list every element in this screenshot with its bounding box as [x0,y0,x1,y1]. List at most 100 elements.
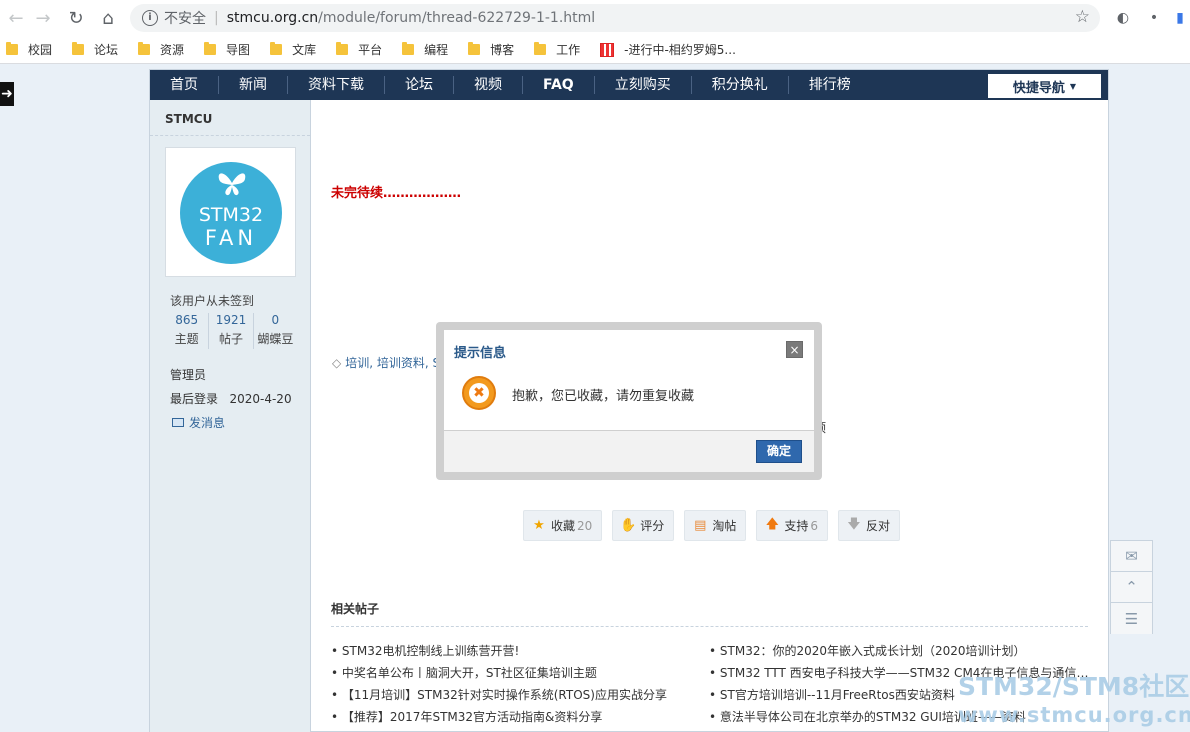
watermark: STM32/STM8社区 www.stmcu.org.cn [958,672,1190,727]
nav-buy[interactable]: 立刻购买 [595,76,692,94]
bookmarks-bar: 校园 论坛 资源 导图 文库 平台 编程 博客 工作 -进行中-相约罗姆5... [0,36,1190,64]
bookmark-item[interactable]: 论坛 [72,41,118,58]
related-title: 相关帖子 [331,602,380,616]
info-icon[interactable]: i [142,10,158,26]
mail-icon [172,418,184,427]
related-item[interactable]: 中奖名单公布丨脑洞大开，ST社区征集培训主题 [331,662,711,684]
stat-posts[interactable]: 1921 帖子 [209,313,254,349]
stat-beans[interactable]: 0 蝴蝶豆 [254,313,297,349]
up-arrow-icon: 🡅 [765,516,780,532]
divider [331,626,1088,627]
bookmark-item[interactable]: 编程 [402,41,448,58]
post-actions: ★ 收藏 20 ✋ 评分 ▤ 淘帖 🡅 支持 6 🡇 反对 [523,510,910,541]
browser-toolbar: ← → ↻ ⌂ i 不安全 | stmcu.org.cn /module/for… [0,0,1190,36]
nav-forum[interactable]: 论坛 [385,76,454,94]
bookmark-item[interactable]: 文库 [270,41,316,58]
bookmark-star-icon[interactable]: ☆ [1075,7,1090,27]
bookmark-item[interactable]: 资源 [138,41,184,58]
ok-button[interactable]: 确定 [756,440,802,463]
error-icon: ✖ [462,376,496,410]
author-sidebar: STMCU STM32 FAN 该用户从未签到 865 主题 1921 帖子 0 蝴蝶… [150,100,311,732]
down-arrow-icon: 🡇 [847,516,861,532]
forward-button[interactable]: → [27,2,59,34]
top-nav: 首页 新闻 资料下载 论坛 视频 FAQ 立刻购买 积分换礼 排行榜 快捷导航 ▼ [150,70,1108,100]
address-bar[interactable]: i 不安全 | stmcu.org.cn /module/forum/threa… [130,4,1100,32]
rate-button[interactable]: ✋ 评分 [612,510,675,541]
favorite-button[interactable]: ★ 收藏 20 [523,510,603,541]
nav-ranking[interactable]: 排行榜 [789,76,871,94]
app-icon [600,42,615,57]
url-domain: stmcu.org.cn [226,10,319,26]
user-stats: 865 主题 1921 帖子 0 蝴蝶豆 [165,313,297,349]
folder-icon [402,42,415,55]
user-role: 管理员 [170,368,207,382]
related-list-left: STM32电机控制线上训练营开营! 中奖名单公布丨脑洞大开，ST社区征集培训主题… [331,640,711,728]
related-item[interactable]: 【11月培训】STM32针对实时操作系统(RTOS)应用实战分享 [331,684,711,706]
reply-icon[interactable]: ✉ [1111,541,1152,572]
avatar[interactable]: STM32 FAN [165,147,296,277]
folder-icon [204,42,217,55]
folder-icon [534,42,547,55]
bookmark-app[interactable]: -进行中-相约罗姆5... [600,41,736,58]
folder-icon [336,42,349,55]
butterfly-icon [218,173,246,196]
bookmark-item[interactable]: 导图 [204,41,250,58]
quick-nav-button[interactable]: 快捷导航 ▼ [988,74,1101,98]
nav-points[interactable]: 积分换礼 [692,76,789,94]
back-to-top-icon[interactable]: ⌃ [1111,572,1152,603]
nav-faq[interactable]: FAQ [523,76,595,94]
nav-downloads[interactable]: 资料下载 [288,76,385,94]
tag-icon: ◇ [332,355,342,370]
folder-icon [468,42,481,55]
bookmark-item[interactable]: 博客 [468,41,514,58]
avatar-text-2: FAN [204,226,258,250]
folder-icon [138,42,151,55]
dialog-body: 提示信息 × ✖ 抱歉，您已收藏，请勿重复收藏 确定 [444,330,814,472]
bookmark-item[interactable]: 工作 [534,41,580,58]
url-path: /module/forum/thread-622729-1-1.html [318,10,596,26]
support-button[interactable]: 🡅 支持 6 [756,510,828,541]
nav-news[interactable]: 新闻 [219,76,288,94]
send-message-link[interactable]: 发消息 [172,414,225,431]
bookmark-item[interactable]: 校园 [6,41,52,58]
dialog-footer: 确定 [444,430,814,472]
profile-icon[interactable]: ▮ [1170,8,1190,28]
alert-dialog: 提示信息 × ✖ 抱歉，您已收藏，请勿重复收藏 确定 [436,322,822,480]
stat-topics[interactable]: 865 主题 [165,313,210,349]
avatar-text-1: STM32 [198,204,264,226]
dialog-title: 提示信息 [454,346,507,361]
oppose-button[interactable]: 🡇 反对 [837,510,900,541]
security-label: 不安全 [164,11,206,27]
extension-dot-icon[interactable]: • [1144,8,1164,28]
nav-home[interactable]: 首页 [150,76,219,94]
bookmark-item[interactable]: 平台 [336,41,382,58]
side-arrow-icon[interactable]: ➜ [0,82,14,106]
floating-tools: ✉ ⌃ ☰ [1110,540,1153,634]
sign-status: 该用户从未签到 [170,294,255,308]
close-icon[interactable]: × [786,341,803,358]
extension-icon[interactable]: ◐ [1113,8,1133,28]
url-separator: | [214,10,219,26]
post-tags: ◇ 培训, 培训资料, S [332,355,441,371]
folder-icon [6,42,18,55]
last-login: 最后登录 2020-4-20 [170,392,292,406]
nav-video[interactable]: 视频 [454,76,523,94]
divider [150,135,310,136]
reload-button[interactable]: ↻ [60,2,92,34]
thumb-icon: ✋ [620,518,637,533]
caret-down-icon: ▼ [1069,81,1077,91]
post-text: 未完待续……………… [331,186,462,201]
related-item[interactable]: 【推荐】2017年STM32官方活动指南&资料分享 [331,706,711,728]
star-icon: ★ [533,518,545,533]
folder-icon [72,42,85,55]
related-item[interactable]: STM32电机控制线上训练营开营! [331,640,711,662]
related-item[interactable]: STM32：你的2020年嵌入式成长计划（2020培训计划） [709,640,1089,662]
avatar-image: STM32 FAN [180,162,282,264]
tray-icon: ▤ [694,518,707,533]
author-name[interactable]: STMCU [165,112,212,126]
list-icon[interactable]: ☰ [1111,603,1152,634]
home-button[interactable]: ⌂ [92,2,124,34]
folder-icon [270,42,283,55]
dialog-message: 抱歉，您已收藏，请勿重复收藏 [512,389,695,404]
collect-button[interactable]: ▤ 淘帖 [684,510,747,541]
